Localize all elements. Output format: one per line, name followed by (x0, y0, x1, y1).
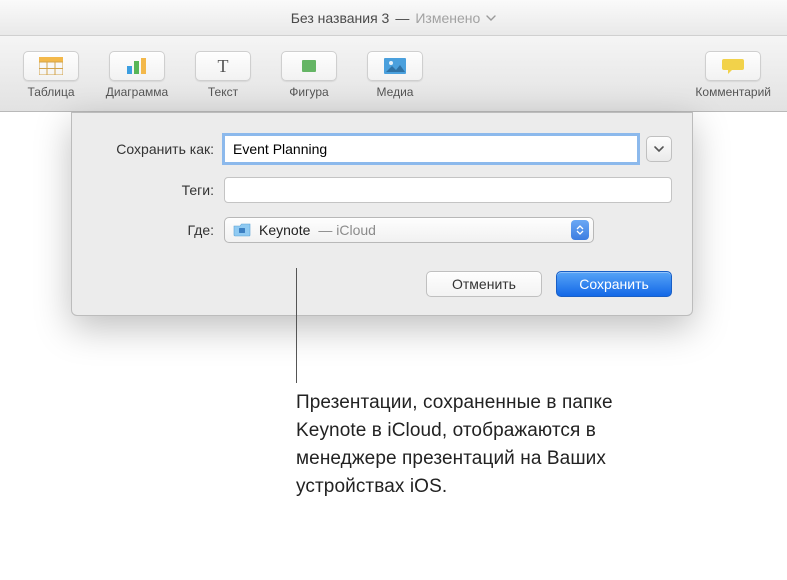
row-save-as: Сохранить как: (92, 135, 672, 163)
tags-label: Теги: (92, 182, 224, 198)
expand-sheet-button[interactable] (646, 136, 672, 162)
shape-icon (281, 51, 337, 81)
chevron-down-icon[interactable] (486, 12, 496, 24)
tags-input[interactable] (224, 177, 672, 203)
row-tags: Теги: (92, 177, 672, 203)
row-where: Где: Keynote — iCloud (92, 217, 672, 243)
toolbar: Таблица Диаграмма T Текст (0, 36, 787, 112)
callout-text: Презентации, сохраненные в папке Keynote… (296, 389, 688, 501)
toolbar-chart[interactable]: Диаграмма (96, 47, 178, 101)
save-button-label: Сохранить (579, 276, 649, 292)
button-row: Отменить Сохранить (92, 271, 672, 297)
window-status-separator: — (395, 10, 409, 26)
chart-icon (109, 51, 165, 81)
toolbar-label: Медиа (377, 85, 414, 99)
toolbar-label: Диаграмма (106, 85, 168, 99)
toolbar-comment[interactable]: Комментарий (689, 47, 777, 101)
callout-leader-line (296, 268, 297, 383)
popup-arrows-icon (571, 220, 589, 240)
toolbar-label: Комментарий (695, 85, 771, 99)
toolbar-label: Таблица (27, 85, 74, 99)
save-as-label: Сохранить как: (92, 141, 224, 157)
toolbar-shape[interactable]: Фигура (268, 47, 350, 101)
titlebar: Без названия 3 — Изменено (0, 0, 787, 36)
toolbar-table[interactable]: Таблица (10, 47, 92, 101)
toolbar-text[interactable]: T Текст (182, 47, 264, 101)
save-sheet: Сохранить как: Теги: Где: Keynote — iClo… (71, 112, 693, 316)
window-title: Без названия 3 (291, 10, 390, 26)
where-sub: — iCloud (318, 222, 563, 238)
window-title-group[interactable]: Без названия 3 — Изменено (291, 10, 497, 26)
save-as-input[interactable] (224, 135, 638, 163)
toolbar-label: Фигура (289, 85, 328, 99)
keynote-folder-icon (233, 223, 251, 237)
save-button[interactable]: Сохранить (556, 271, 672, 297)
where-value: Keynote (259, 222, 310, 238)
svg-text:T: T (218, 57, 229, 75)
app-window: Без названия 3 — Изменено Таблица (0, 0, 787, 112)
comment-icon (705, 51, 761, 81)
table-icon (23, 51, 79, 81)
where-label: Где: (92, 222, 224, 238)
cancel-button-label: Отменить (452, 276, 516, 292)
toolbar-media[interactable]: Медиа (354, 47, 436, 101)
toolbar-label: Текст (208, 85, 238, 99)
where-popup[interactable]: Keynote — iCloud (224, 217, 594, 243)
text-icon: T (195, 51, 251, 81)
chevron-down-icon (653, 145, 665, 153)
cancel-button[interactable]: Отменить (426, 271, 542, 297)
window-status: Изменено (415, 10, 480, 26)
media-icon (367, 51, 423, 81)
